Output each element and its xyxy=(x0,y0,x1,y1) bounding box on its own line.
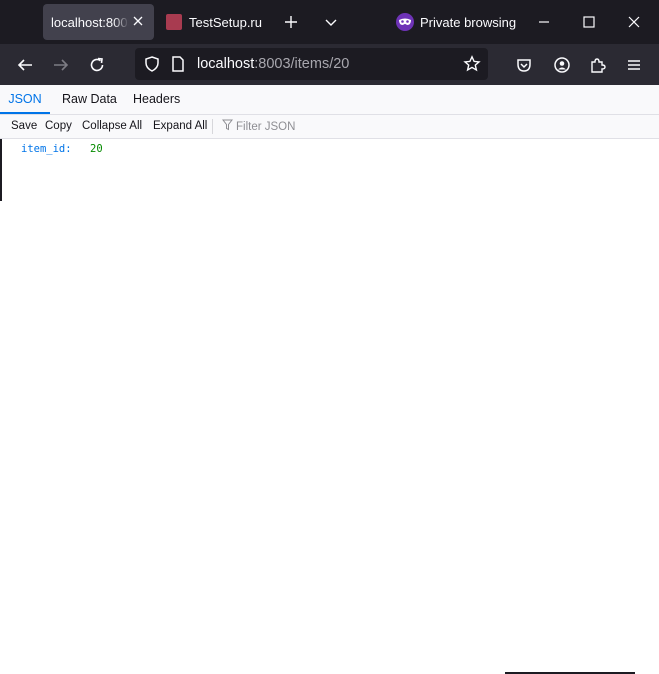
url-text[interactable]: localhost:8003/items/20 xyxy=(197,56,349,72)
filter-funnel-icon xyxy=(221,119,234,134)
private-mask-icon xyxy=(396,13,414,31)
private-browsing-label: Private browsing xyxy=(420,14,517,30)
json-row: item_id: 20 xyxy=(21,143,103,155)
json-content: item_id: 20 xyxy=(0,139,659,674)
maximize-icon[interactable] xyxy=(577,10,601,34)
json-key: item_id: xyxy=(21,143,72,155)
collapse-all-button[interactable]: Collapse All xyxy=(82,120,142,132)
save-button[interactable]: Save xyxy=(11,120,37,132)
url-path: :8003/items/20 xyxy=(254,56,350,72)
tracking-protection-shield-icon[interactable] xyxy=(139,51,165,77)
back-arrow-icon[interactable] xyxy=(12,52,38,78)
filter-json-input[interactable]: Filter JSON xyxy=(221,119,296,134)
expand-all-button[interactable]: Expand All xyxy=(153,120,207,132)
copy-button[interactable]: Copy xyxy=(45,120,72,132)
close-tab-icon[interactable] xyxy=(130,13,146,29)
filter-placeholder: Filter JSON xyxy=(236,120,296,133)
tab-json[interactable]: JSON xyxy=(0,85,50,114)
address-bar[interactable]: localhost:8003/items/20 xyxy=(135,48,488,80)
title-bar: localhost:8003/items/20 TestSetup.ru Pri… xyxy=(0,0,659,44)
new-tab-icon[interactable] xyxy=(279,10,303,34)
tab-label: TestSetup.ru xyxy=(189,14,262,30)
pocket-icon[interactable] xyxy=(511,52,537,78)
tab-label: localhost:8003/items/20 xyxy=(51,14,129,30)
json-toolbar: Save Copy Collapse All Expand All Filter… xyxy=(0,115,659,139)
toolbar-divider xyxy=(212,119,213,134)
navigation-toolbar: localhost:8003/items/20 xyxy=(0,44,659,85)
url-host: localhost xyxy=(197,56,255,72)
close-window-icon[interactable] xyxy=(622,10,646,34)
tab-headers[interactable]: Headers xyxy=(133,85,180,114)
tab-localhost[interactable]: localhost:8003/items/20 xyxy=(43,4,154,40)
page-info-icon[interactable] xyxy=(165,51,191,77)
tab-testsetup[interactable]: TestSetup.ru xyxy=(160,4,275,40)
forward-arrow-icon[interactable] xyxy=(48,52,74,78)
minimize-icon[interactable] xyxy=(532,10,556,34)
account-icon[interactable] xyxy=(549,52,575,78)
reload-icon[interactable] xyxy=(84,52,110,78)
list-tabs-chevron-down-icon[interactable] xyxy=(319,10,343,34)
tab-raw-data[interactable]: Raw Data xyxy=(62,85,117,114)
extensions-puzzle-icon[interactable] xyxy=(585,52,611,78)
json-value: 20 xyxy=(90,143,103,155)
window-edge xyxy=(0,139,2,201)
bookmark-star-icon[interactable] xyxy=(459,51,485,77)
json-viewer-tabs: JSON Raw Data Headers xyxy=(0,85,659,115)
private-browsing-indicator: Private browsing xyxy=(396,12,516,32)
menu-hamburger-icon[interactable] xyxy=(621,52,647,78)
site-favicon-icon xyxy=(166,14,182,30)
